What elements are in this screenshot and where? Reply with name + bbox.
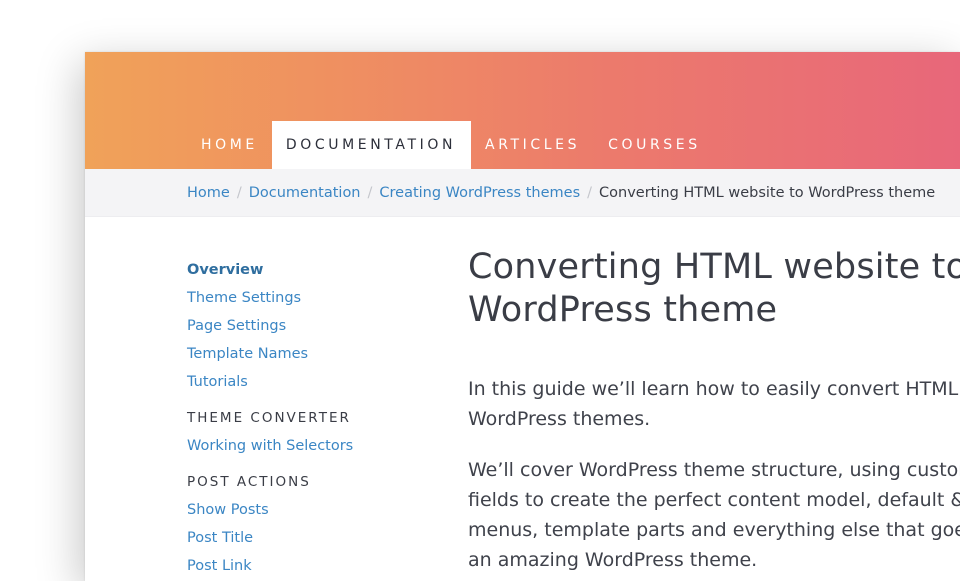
header-banner: HOME DOCUMENTATION ARTICLES COURSES bbox=[85, 52, 960, 169]
page-title-line: Converting HTML website to bbox=[468, 247, 960, 287]
sidebar-item-template-names[interactable]: Template Names bbox=[187, 340, 427, 368]
nav-articles[interactable]: ARTICLES bbox=[471, 121, 594, 169]
page-title: Converting HTML website to WordPress the… bbox=[468, 246, 960, 332]
sidebar-item-tutorials[interactable]: Tutorials bbox=[187, 368, 427, 396]
paragraph-line: We’ll cover WordPress theme structure, u… bbox=[468, 459, 960, 481]
sidebar-item-post-title[interactable]: Post Title bbox=[187, 524, 427, 552]
paragraph-line: menus, template parts and everything els… bbox=[468, 519, 960, 541]
breadcrumb-creating-themes[interactable]: Creating WordPress themes bbox=[379, 185, 580, 201]
page-title-line: WordPress theme bbox=[468, 290, 778, 330]
nav-home[interactable]: HOME bbox=[187, 121, 272, 169]
breadcrumb-home[interactable]: Home bbox=[187, 185, 230, 201]
nav-documentation[interactable]: DOCUMENTATION bbox=[271, 121, 472, 169]
nav-courses[interactable]: COURSES bbox=[594, 121, 715, 169]
browser-window: HOME DOCUMENTATION ARTICLES COURSES Home… bbox=[85, 52, 960, 581]
paragraph-line: In this guide we’ll learn how to easily … bbox=[468, 378, 960, 400]
main-nav: HOME DOCUMENTATION ARTICLES COURSES bbox=[187, 121, 715, 169]
breadcrumb-current: Converting HTML website to WordPress the… bbox=[599, 184, 936, 201]
breadcrumb-separator: / bbox=[236, 184, 242, 201]
sidebar-item-working-with-selectors[interactable]: Working with Selectors bbox=[187, 432, 427, 460]
breadcrumb-documentation[interactable]: Documentation bbox=[249, 185, 361, 201]
intro-paragraph: In this guide we’ll learn how to easily … bbox=[468, 374, 960, 434]
breadcrumb-separator: / bbox=[367, 184, 373, 201]
breadcrumb-separator: / bbox=[587, 184, 593, 201]
sidebar-heading-post-actions: POST ACTIONS bbox=[187, 474, 311, 490]
sidebar-item-overview[interactable]: Overview bbox=[187, 256, 427, 284]
overview-paragraph: We’ll cover WordPress theme structure, u… bbox=[468, 455, 960, 575]
sidebar-item-page-settings[interactable]: Page Settings bbox=[187, 312, 427, 340]
paragraph-line: fields to create the perfect content mod… bbox=[468, 489, 960, 511]
breadcrumb: Home / Documentation / Creating WordPres… bbox=[85, 169, 960, 217]
docs-sidebar: Overview Theme Settings Page Settings Te… bbox=[187, 256, 427, 580]
paragraph-line: an amazing WordPress theme. bbox=[468, 549, 758, 571]
sidebar-heading-theme-converter: THEME CONVERTER bbox=[187, 410, 351, 426]
paragraph-line: WordPress themes. bbox=[468, 408, 651, 430]
sidebar-item-post-link[interactable]: Post Link bbox=[187, 552, 427, 580]
main-content: Converting HTML website to WordPress the… bbox=[468, 246, 960, 575]
sidebar-item-show-posts[interactable]: Show Posts bbox=[187, 496, 427, 524]
sidebar-item-theme-settings[interactable]: Theme Settings bbox=[187, 284, 427, 312]
